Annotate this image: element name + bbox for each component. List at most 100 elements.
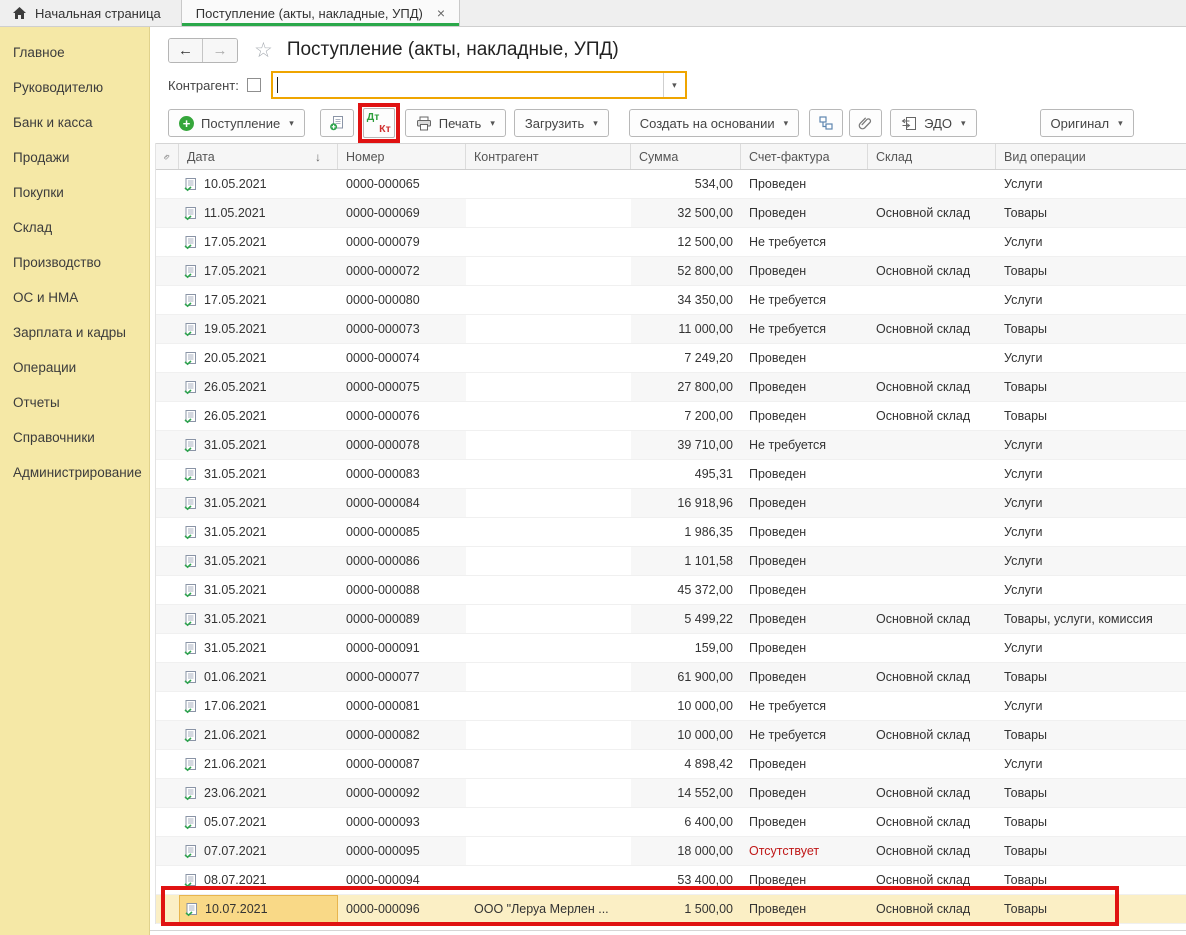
sum-cell[interactable]: 14 552,00 xyxy=(631,779,741,807)
date-cell[interactable]: 10.05.2021 xyxy=(179,170,338,198)
warehouse-cell[interactable]: Основной склад xyxy=(868,721,996,749)
sum-cell[interactable]: 34 350,00 xyxy=(631,286,741,314)
contractor-cell[interactable] xyxy=(466,808,631,836)
sidebar-item-7[interactable]: ОС и НМА xyxy=(0,280,149,315)
date-cell[interactable]: 20.05.2021 xyxy=(179,344,338,372)
warehouse-cell[interactable]: Основной склад xyxy=(868,605,996,633)
number-cell[interactable]: 0000-000088 xyxy=(338,576,466,604)
operation-type-cell[interactable]: Услуги xyxy=(996,750,1186,778)
sum-cell[interactable]: 1 500,00 xyxy=(631,895,741,923)
sum-cell[interactable]: 4 898,42 xyxy=(631,750,741,778)
attachment-cell[interactable] xyxy=(156,634,179,662)
warehouse-cell[interactable]: Основной склад xyxy=(868,315,996,343)
table-row[interactable]: 17.06.2021 0000-000081 10 000,00 Не треб… xyxy=(156,692,1186,721)
attachment-cell[interactable] xyxy=(156,547,179,575)
date-cell[interactable]: 05.07.2021 xyxy=(179,808,338,836)
number-cell[interactable]: 0000-000073 xyxy=(338,315,466,343)
contractor-cell[interactable] xyxy=(466,402,631,430)
table-row[interactable]: 31.05.2021 0000-000088 45 372,00 Проведе… xyxy=(156,576,1186,605)
sidebar-item-10[interactable]: Отчеты xyxy=(0,385,149,420)
warehouse-cell[interactable] xyxy=(868,489,996,517)
favorite-star-icon[interactable]: ☆ xyxy=(254,38,273,63)
warehouse-cell[interactable] xyxy=(868,344,996,372)
operation-type-cell[interactable]: Услуги xyxy=(996,170,1186,198)
attachment-cell[interactable] xyxy=(156,257,179,285)
sum-cell[interactable]: 27 800,00 xyxy=(631,373,741,401)
date-cell[interactable]: 31.05.2021 xyxy=(179,460,338,488)
sum-cell[interactable]: 6 400,00 xyxy=(631,808,741,836)
invoice-status-cell[interactable]: Проведен xyxy=(741,199,868,227)
sum-cell[interactable]: 495,31 xyxy=(631,460,741,488)
contractor-cell[interactable] xyxy=(466,750,631,778)
invoice-status-cell[interactable]: Проведен xyxy=(741,605,868,633)
attachment-cell[interactable] xyxy=(156,344,179,372)
warehouse-cell[interactable]: Основной склад xyxy=(868,779,996,807)
table-row[interactable]: 07.07.2021 0000-000095 18 000,00 Отсутст… xyxy=(156,837,1186,866)
table-row[interactable]: 10.05.2021 0000-000065 534,00 Проведен У… xyxy=(156,170,1186,199)
operation-type-cell[interactable]: Товары xyxy=(996,373,1186,401)
sidebar-item-2[interactable]: Банк и касса xyxy=(0,105,149,140)
table-row[interactable]: 26.05.2021 0000-000076 7 200,00 Проведен… xyxy=(156,402,1186,431)
contractor-cell[interactable] xyxy=(466,431,631,459)
contractor-cell[interactable] xyxy=(466,228,631,256)
date-cell[interactable]: 31.05.2021 xyxy=(179,431,338,459)
table-row[interactable]: 31.05.2021 0000-000085 1 986,35 Проведен… xyxy=(156,518,1186,547)
contractor-cell[interactable] xyxy=(466,576,631,604)
table-row[interactable]: 31.05.2021 0000-000084 16 918,96 Проведе… xyxy=(156,489,1186,518)
sum-cell[interactable]: 10 000,00 xyxy=(631,692,741,720)
column-date[interactable]: Дата ↓ xyxy=(179,144,338,169)
attachment-cell[interactable] xyxy=(156,895,179,923)
operation-type-cell[interactable]: Товары xyxy=(996,808,1186,836)
table-row[interactable]: 23.06.2021 0000-000092 14 552,00 Проведе… xyxy=(156,779,1186,808)
invoice-status-cell[interactable]: Проведен xyxy=(741,663,868,691)
table-row[interactable]: 21.06.2021 0000-000087 4 898,42 Проведен… xyxy=(156,750,1186,779)
table-row[interactable]: 10.07.2021 0000-000096 ООО "Леруа Мерлен… xyxy=(156,895,1186,924)
invoice-status-cell[interactable]: Проведен xyxy=(741,750,868,778)
attachment-cell[interactable] xyxy=(156,431,179,459)
contractor-cell[interactable] xyxy=(466,721,631,749)
date-cell[interactable]: 17.06.2021 xyxy=(179,692,338,720)
warehouse-cell[interactable] xyxy=(868,460,996,488)
sum-cell[interactable]: 61 900,00 xyxy=(631,663,741,691)
sum-cell[interactable]: 1 101,58 xyxy=(631,547,741,575)
attachment-cell[interactable] xyxy=(156,605,179,633)
warehouse-cell[interactable] xyxy=(868,576,996,604)
operation-type-cell[interactable]: Товары xyxy=(996,895,1186,923)
date-cell[interactable]: 19.05.2021 xyxy=(179,315,338,343)
warehouse-cell[interactable] xyxy=(868,634,996,662)
date-cell[interactable]: 11.05.2021 xyxy=(179,199,338,227)
contractor-cell[interactable] xyxy=(466,518,631,546)
sum-cell[interactable]: 12 500,00 xyxy=(631,228,741,256)
table-row[interactable]: 11.05.2021 0000-000069 32 500,00 Проведе… xyxy=(156,199,1186,228)
contractor-cell[interactable] xyxy=(466,605,631,633)
contractor-filter-checkbox[interactable] xyxy=(247,78,261,92)
contractor-cell[interactable] xyxy=(466,257,631,285)
invoice-status-cell[interactable]: Не требуется xyxy=(741,228,868,256)
sum-cell[interactable]: 11 000,00 xyxy=(631,315,741,343)
contractor-cell[interactable] xyxy=(466,489,631,517)
contractor-cell[interactable]: ООО "Леруа Мерлен ... xyxy=(466,895,631,923)
invoice-status-cell[interactable]: Проведен xyxy=(741,634,868,662)
invoice-status-cell[interactable]: Проведен xyxy=(741,547,868,575)
number-cell[interactable]: 0000-000094 xyxy=(338,866,466,894)
warehouse-cell[interactable] xyxy=(868,431,996,459)
invoice-status-cell[interactable]: Отсутствует xyxy=(741,837,868,865)
contractor-cell[interactable] xyxy=(466,199,631,227)
operation-type-cell[interactable]: Услуги xyxy=(996,547,1186,575)
warehouse-cell[interactable]: Основной склад xyxy=(868,257,996,285)
number-cell[interactable]: 0000-000072 xyxy=(338,257,466,285)
column-invoice[interactable]: Счет-фактура xyxy=(741,144,868,169)
attachment-cell[interactable] xyxy=(156,402,179,430)
operation-type-cell[interactable]: Товары xyxy=(996,402,1186,430)
warehouse-cell[interactable]: Основной склад xyxy=(868,402,996,430)
table-row[interactable]: 08.07.2021 0000-000094 53 400,00 Проведе… xyxy=(156,866,1186,895)
date-cell[interactable]: 31.05.2021 xyxy=(179,605,338,633)
date-cell[interactable]: 07.07.2021 xyxy=(179,837,338,865)
table-row[interactable]: 05.07.2021 0000-000093 6 400,00 Проведен… xyxy=(156,808,1186,837)
table-row[interactable]: 17.05.2021 0000-000072 52 800,00 Проведе… xyxy=(156,257,1186,286)
sum-cell[interactable]: 52 800,00 xyxy=(631,257,741,285)
date-cell[interactable]: 26.05.2021 xyxy=(179,373,338,401)
table-row[interactable]: 31.05.2021 0000-000083 495,31 Проведен У… xyxy=(156,460,1186,489)
warehouse-cell[interactable]: Основной склад xyxy=(868,373,996,401)
attachments-button[interactable] xyxy=(849,109,882,137)
